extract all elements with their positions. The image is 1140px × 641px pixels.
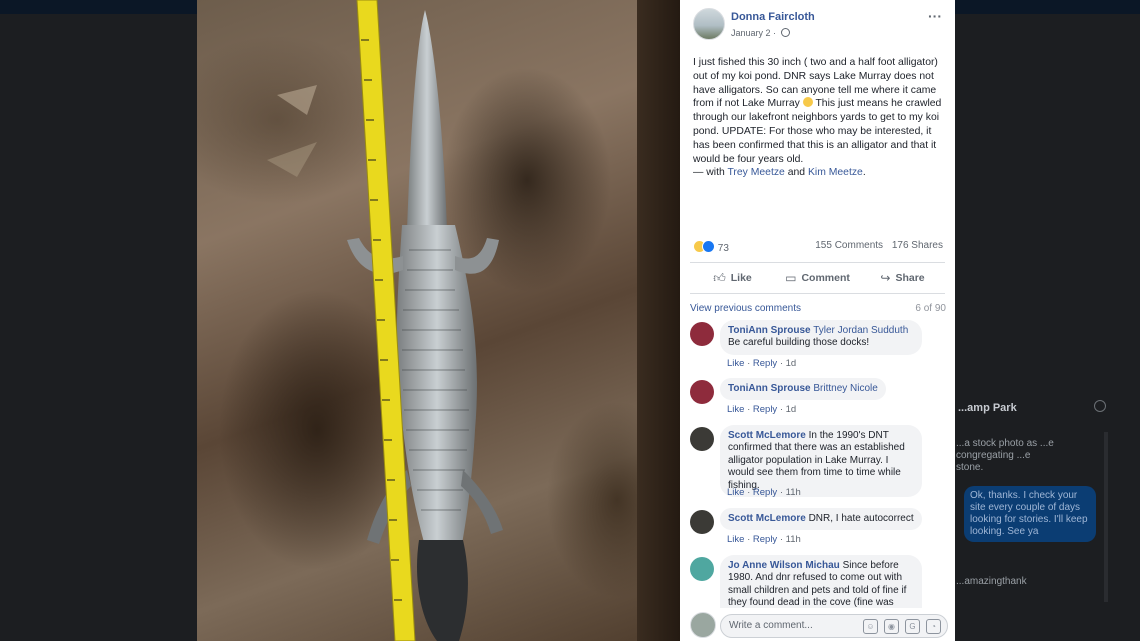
- comment-like-link[interactable]: Like: [727, 534, 744, 545]
- post-date[interactable]: January 2 ·: [731, 28, 790, 38]
- commenter-name[interactable]: Scott McLemore: [728, 430, 806, 441]
- comment-like-link[interactable]: Like: [727, 404, 744, 415]
- post-actions: 👍︎ Like ▭ Comment ↪ Share: [690, 266, 945, 290]
- comment-text: DNR, I hate autocorrect: [808, 513, 914, 524]
- comment-reply-link[interactable]: Reply: [753, 487, 777, 498]
- with-prefix: — with: [693, 167, 725, 179]
- commenter-name[interactable]: Scott McLemore: [728, 513, 806, 524]
- gear-icon: [1094, 400, 1106, 412]
- more-icon[interactable]: ···: [928, 8, 942, 24]
- reactions-summary[interactable]: 73: [693, 240, 729, 254]
- author-avatar[interactable]: [693, 8, 725, 40]
- comments-pager: 6 of 90: [915, 303, 946, 314]
- chat-bubble: Ok, thanks. I check your site every coup…: [964, 486, 1096, 542]
- avatar[interactable]: [690, 322, 714, 346]
- avatar[interactable]: [690, 427, 714, 451]
- comments-count[interactable]: 155 Comments: [815, 240, 883, 251]
- avatar[interactable]: [690, 510, 714, 534]
- comment-tag[interactable]: Brittney Nicole: [813, 383, 877, 394]
- sticker-icon[interactable]: ◔: [926, 619, 941, 634]
- engagement-counts: 155 Comments 176 Shares: [815, 240, 943, 251]
- comment-reply-link[interactable]: Reply: [753, 534, 777, 545]
- tagged-user-link[interactable]: Trey Meetze: [727, 167, 784, 178]
- view-previous-comments-link[interactable]: View previous comments: [690, 303, 801, 314]
- share-label: Share: [895, 272, 925, 284]
- chat-hashtag: ...amazingthank: [956, 576, 1027, 587]
- comment-bubble: ToniAnn Sprouse Tyler Jordan Sudduth Be …: [720, 320, 922, 355]
- avatar[interactable]: [690, 380, 714, 404]
- like-icon: 👍︎: [713, 270, 726, 285]
- reaction-count[interactable]: 73: [718, 243, 729, 254]
- comment-meta: Like · Reply · 11h: [727, 487, 801, 498]
- avatar[interactable]: [690, 557, 714, 581]
- divider: [690, 293, 945, 294]
- comment-like-link[interactable]: Like: [727, 487, 744, 498]
- post-photo[interactable]: [197, 0, 680, 641]
- background-chat-panel: ...amp Park ...a stock photo as ...e con…: [952, 392, 1122, 641]
- comment-tag[interactable]: Tyler Jordan Sudduth: [813, 325, 908, 336]
- post-text: I just fished this 30 inch ( two and a h…: [693, 56, 949, 180]
- gif-icon[interactable]: G: [905, 619, 920, 634]
- share-button[interactable]: ↪ Share: [860, 266, 945, 290]
- comment-icon: ▭: [785, 271, 797, 285]
- comment-bubble: Scott McLemore DNR, I hate autocorrect: [720, 508, 922, 531]
- and-word: and: [787, 167, 806, 179]
- period: .: [862, 167, 866, 179]
- comment-input[interactable]: Write a comment... ☺ ◉ G ◔: [720, 614, 948, 638]
- comment-placeholder: Write a comment...: [729, 620, 813, 631]
- write-comment-bar: Write a comment... ☺ ◉ G ◔: [690, 612, 948, 638]
- tagged-user-link[interactable]: Kim Meetze: [808, 167, 863, 178]
- comment-time[interactable]: 11h: [786, 534, 801, 545]
- chat-scrollbar: [1104, 432, 1108, 602]
- comment-time[interactable]: 1d: [786, 404, 797, 415]
- comment-time[interactable]: 11h: [786, 487, 801, 498]
- like-reaction-icon: [702, 240, 715, 253]
- commenter-name[interactable]: ToniAnn Sprouse: [728, 383, 811, 394]
- comment-meta: Like · Reply · 1d: [727, 358, 797, 369]
- avatar: [690, 612, 716, 638]
- comment-reply-link[interactable]: Reply: [753, 404, 777, 415]
- comment-like-link[interactable]: Like: [727, 358, 744, 369]
- chat-title: ...amp Park: [958, 402, 1017, 414]
- comment-meta: Like · Reply · 11h: [727, 534, 801, 545]
- comment-bubble: Jo Anne Wilson Michau Since before 1980.…: [720, 555, 922, 608]
- author-name[interactable]: Donna Faircloth: [731, 11, 815, 23]
- comments-list: ToniAnn Sprouse Tyler Jordan Sudduth Be …: [690, 318, 952, 608]
- comment-tools: ☺ ◉ G ◔: [863, 619, 941, 634]
- comment-meta: Like · Reply · 1d: [727, 404, 797, 415]
- shares-count[interactable]: 176 Shares: [892, 240, 943, 251]
- commenter-name[interactable]: ToniAnn Sprouse: [728, 325, 811, 336]
- divider: [690, 262, 945, 263]
- post-date-text[interactable]: January 2: [731, 28, 771, 38]
- like-label: Like: [730, 272, 752, 284]
- emoji-icon: [802, 97, 813, 108]
- like-button[interactable]: 👍︎ Like: [690, 266, 775, 290]
- comment-text: Be careful building those docks!: [728, 337, 870, 349]
- emoji-icon[interactable]: ☺: [863, 619, 878, 634]
- comment-bubble: ToniAnn Sprouse Brittney Nicole: [720, 378, 886, 401]
- share-icon: ↪: [880, 271, 891, 285]
- comment-time[interactable]: 1d: [786, 358, 797, 369]
- comment-label: Comment: [801, 272, 850, 284]
- alligator-illustration: [267, 0, 503, 641]
- chat-message: ...a stock photo as ...e congregating ..…: [956, 438, 1054, 473]
- comment-reply-link[interactable]: Reply: [753, 358, 777, 369]
- globe-icon: [780, 28, 790, 37]
- commenter-name[interactable]: Jo Anne Wilson Michau: [728, 560, 840, 571]
- comment-button[interactable]: ▭ Comment: [775, 266, 860, 290]
- camera-icon[interactable]: ◉: [884, 619, 899, 634]
